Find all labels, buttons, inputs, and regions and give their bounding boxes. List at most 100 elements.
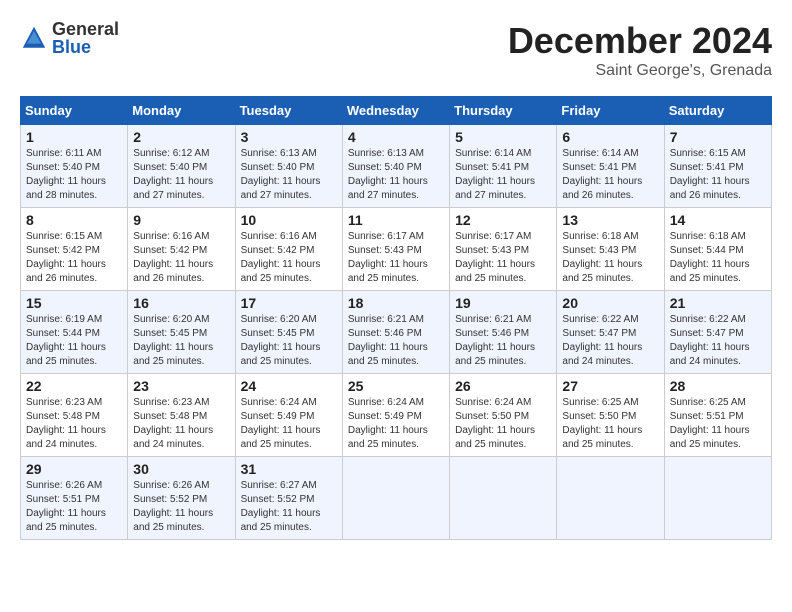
- day-number: 12: [455, 212, 551, 228]
- header-day-sunday: Sunday: [21, 97, 128, 125]
- calendar-cell: 21 Sunrise: 6:22 AM Sunset: 5:47 PM Dayl…: [664, 291, 771, 374]
- calendar-table: SundayMondayTuesdayWednesdayThursdayFrid…: [20, 96, 772, 540]
- calendar-cell: 6 Sunrise: 6:14 AM Sunset: 5:41 PM Dayli…: [557, 125, 664, 208]
- title-area: December 2024 Saint George's, Grenada: [508, 20, 772, 80]
- day-number: 18: [348, 295, 444, 311]
- day-number: 3: [241, 129, 337, 145]
- day-info: Sunrise: 6:21 AM Sunset: 5:46 PM Dayligh…: [348, 314, 428, 367]
- day-info: Sunrise: 6:20 AM Sunset: 5:45 PM Dayligh…: [241, 314, 321, 367]
- calendar-cell: 29 Sunrise: 6:26 AM Sunset: 5:51 PM Dayl…: [21, 457, 128, 540]
- calendar-cell: [450, 457, 557, 540]
- day-info: Sunrise: 6:13 AM Sunset: 5:40 PM Dayligh…: [348, 148, 428, 201]
- header-day-friday: Friday: [557, 97, 664, 125]
- day-info: Sunrise: 6:13 AM Sunset: 5:40 PM Dayligh…: [241, 148, 321, 201]
- day-number: 9: [133, 212, 229, 228]
- header-day-wednesday: Wednesday: [342, 97, 449, 125]
- calendar-cell: [664, 457, 771, 540]
- week-row-2: 8 Sunrise: 6:15 AM Sunset: 5:42 PM Dayli…: [21, 208, 772, 291]
- day-info: Sunrise: 6:18 AM Sunset: 5:43 PM Dayligh…: [562, 231, 642, 284]
- day-info: Sunrise: 6:11 AM Sunset: 5:40 PM Dayligh…: [26, 148, 106, 201]
- day-number: 6: [562, 129, 658, 145]
- calendar-cell: 25 Sunrise: 6:24 AM Sunset: 5:49 PM Dayl…: [342, 374, 449, 457]
- day-info: Sunrise: 6:16 AM Sunset: 5:42 PM Dayligh…: [241, 231, 321, 284]
- calendar-cell: 4 Sunrise: 6:13 AM Sunset: 5:40 PM Dayli…: [342, 125, 449, 208]
- calendar-cell: [557, 457, 664, 540]
- day-info: Sunrise: 6:22 AM Sunset: 5:47 PM Dayligh…: [670, 314, 750, 367]
- day-info: Sunrise: 6:21 AM Sunset: 5:46 PM Dayligh…: [455, 314, 535, 367]
- week-row-5: 29 Sunrise: 6:26 AM Sunset: 5:51 PM Dayl…: [21, 457, 772, 540]
- calendar-cell: 7 Sunrise: 6:15 AM Sunset: 5:41 PM Dayli…: [664, 125, 771, 208]
- day-info: Sunrise: 6:15 AM Sunset: 5:42 PM Dayligh…: [26, 231, 106, 284]
- day-info: Sunrise: 6:15 AM Sunset: 5:41 PM Dayligh…: [670, 148, 750, 201]
- day-number: 28: [670, 378, 766, 394]
- calendar-cell: 5 Sunrise: 6:14 AM Sunset: 5:41 PM Dayli…: [450, 125, 557, 208]
- day-number: 25: [348, 378, 444, 394]
- day-number: 13: [562, 212, 658, 228]
- day-info: Sunrise: 6:19 AM Sunset: 5:44 PM Dayligh…: [26, 314, 106, 367]
- day-number: 1: [26, 129, 122, 145]
- calendar-cell: 19 Sunrise: 6:21 AM Sunset: 5:46 PM Dayl…: [450, 291, 557, 374]
- day-info: Sunrise: 6:20 AM Sunset: 5:45 PM Dayligh…: [133, 314, 213, 367]
- day-number: 2: [133, 129, 229, 145]
- day-number: 11: [348, 212, 444, 228]
- day-number: 29: [26, 461, 122, 477]
- day-info: Sunrise: 6:16 AM Sunset: 5:42 PM Dayligh…: [133, 231, 213, 284]
- location: Saint George's, Grenada: [508, 62, 772, 80]
- day-number: 4: [348, 129, 444, 145]
- day-info: Sunrise: 6:17 AM Sunset: 5:43 PM Dayligh…: [455, 231, 535, 284]
- day-info: Sunrise: 6:25 AM Sunset: 5:50 PM Dayligh…: [562, 397, 642, 450]
- day-info: Sunrise: 6:17 AM Sunset: 5:43 PM Dayligh…: [348, 231, 428, 284]
- calendar-cell: 15 Sunrise: 6:19 AM Sunset: 5:44 PM Dayl…: [21, 291, 128, 374]
- calendar-cell: 10 Sunrise: 6:16 AM Sunset: 5:42 PM Dayl…: [235, 208, 342, 291]
- calendar-cell: 11 Sunrise: 6:17 AM Sunset: 5:43 PM Dayl…: [342, 208, 449, 291]
- calendar-cell: 13 Sunrise: 6:18 AM Sunset: 5:43 PM Dayl…: [557, 208, 664, 291]
- calendar-cell: 28 Sunrise: 6:25 AM Sunset: 5:51 PM Dayl…: [664, 374, 771, 457]
- day-info: Sunrise: 6:14 AM Sunset: 5:41 PM Dayligh…: [562, 148, 642, 201]
- page-header: General Blue December 2024 Saint George'…: [20, 20, 772, 80]
- day-info: Sunrise: 6:24 AM Sunset: 5:49 PM Dayligh…: [348, 397, 428, 450]
- header-day-monday: Monday: [128, 97, 235, 125]
- day-number: 26: [455, 378, 551, 394]
- calendar-cell: 24 Sunrise: 6:24 AM Sunset: 5:49 PM Dayl…: [235, 374, 342, 457]
- day-number: 7: [670, 129, 766, 145]
- day-number: 30: [133, 461, 229, 477]
- calendar-cell: 30 Sunrise: 6:26 AM Sunset: 5:52 PM Dayl…: [128, 457, 235, 540]
- calendar-cell: 31 Sunrise: 6:27 AM Sunset: 5:52 PM Dayl…: [235, 457, 342, 540]
- calendar-cell: 26 Sunrise: 6:24 AM Sunset: 5:50 PM Dayl…: [450, 374, 557, 457]
- day-number: 17: [241, 295, 337, 311]
- calendar-cell: 23 Sunrise: 6:23 AM Sunset: 5:48 PM Dayl…: [128, 374, 235, 457]
- day-number: 23: [133, 378, 229, 394]
- calendar-cell: 16 Sunrise: 6:20 AM Sunset: 5:45 PM Dayl…: [128, 291, 235, 374]
- calendar-cell: 14 Sunrise: 6:18 AM Sunset: 5:44 PM Dayl…: [664, 208, 771, 291]
- day-number: 14: [670, 212, 766, 228]
- day-number: 16: [133, 295, 229, 311]
- calendar-cell: [342, 457, 449, 540]
- calendar-cell: 18 Sunrise: 6:21 AM Sunset: 5:46 PM Dayl…: [342, 291, 449, 374]
- logo-blue-text: Blue: [52, 38, 119, 56]
- week-row-1: 1 Sunrise: 6:11 AM Sunset: 5:40 PM Dayli…: [21, 125, 772, 208]
- week-row-3: 15 Sunrise: 6:19 AM Sunset: 5:44 PM Dayl…: [21, 291, 772, 374]
- logo-text: General Blue: [52, 20, 119, 56]
- day-number: 19: [455, 295, 551, 311]
- day-info: Sunrise: 6:26 AM Sunset: 5:52 PM Dayligh…: [133, 480, 213, 533]
- day-number: 27: [562, 378, 658, 394]
- day-number: 10: [241, 212, 337, 228]
- week-row-4: 22 Sunrise: 6:23 AM Sunset: 5:48 PM Dayl…: [21, 374, 772, 457]
- header-day-saturday: Saturday: [664, 97, 771, 125]
- day-number: 31: [241, 461, 337, 477]
- day-info: Sunrise: 6:23 AM Sunset: 5:48 PM Dayligh…: [26, 397, 106, 450]
- calendar-cell: 1 Sunrise: 6:11 AM Sunset: 5:40 PM Dayli…: [21, 125, 128, 208]
- header-day-thursday: Thursday: [450, 97, 557, 125]
- day-info: Sunrise: 6:18 AM Sunset: 5:44 PM Dayligh…: [670, 231, 750, 284]
- calendar-cell: 27 Sunrise: 6:25 AM Sunset: 5:50 PM Dayl…: [557, 374, 664, 457]
- day-number: 8: [26, 212, 122, 228]
- day-info: Sunrise: 6:27 AM Sunset: 5:52 PM Dayligh…: [241, 480, 321, 533]
- logo-general-text: General: [52, 20, 119, 38]
- calendar-cell: 2 Sunrise: 6:12 AM Sunset: 5:40 PM Dayli…: [128, 125, 235, 208]
- day-info: Sunrise: 6:12 AM Sunset: 5:40 PM Dayligh…: [133, 148, 213, 201]
- calendar-cell: 8 Sunrise: 6:15 AM Sunset: 5:42 PM Dayli…: [21, 208, 128, 291]
- day-number: 21: [670, 295, 766, 311]
- day-number: 24: [241, 378, 337, 394]
- header-row: SundayMondayTuesdayWednesdayThursdayFrid…: [21, 97, 772, 125]
- day-number: 15: [26, 295, 122, 311]
